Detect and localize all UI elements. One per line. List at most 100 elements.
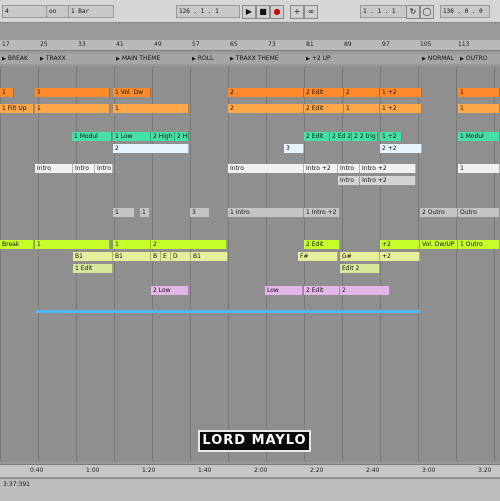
- locator-marker[interactable]: +2 UP: [306, 55, 331, 63]
- clip[interactable]: 1: [0, 88, 14, 97]
- stop-icon[interactable]: ■: [256, 5, 270, 19]
- clip[interactable]: Intro +2: [304, 164, 338, 173]
- clip[interactable]: 2 Edit: [304, 88, 344, 97]
- clip[interactable]: Intro +2: [360, 176, 416, 185]
- clip[interactable]: 1: [113, 104, 189, 113]
- tempo-field[interactable]: 126 . 1 . 1: [176, 5, 240, 18]
- clip[interactable]: 1: [344, 104, 380, 113]
- clip[interactable]: 2 Edit: [304, 286, 340, 295]
- record-icon[interactable]: ●: [270, 5, 284, 19]
- clip[interactable]: 2 High: [151, 132, 175, 141]
- track-lane[interactable]: 2 3 2 +2: [0, 144, 500, 158]
- clip[interactable]: 2 Ed 2: [330, 132, 352, 141]
- clip[interactable]: 2: [228, 104, 304, 113]
- clip[interactable]: +2: [380, 252, 420, 261]
- arrangement-view[interactable]: 111 Vol. Dw 2 2 Edit 2 1 +2 1 1 Filt Up 1 1 2 2 Ed…: [0, 66, 500, 462]
- clip[interactable]: 2 Edit: [304, 132, 330, 141]
- track-lane[interactable]: 1 Edit Edit 2: [0, 264, 500, 278]
- clip[interactable]: 2 2 trig: [352, 132, 378, 141]
- add-icon[interactable]: +: [290, 5, 304, 19]
- clip[interactable]: Intro: [95, 164, 113, 173]
- clip[interactable]: 1 Modul: [72, 132, 112, 141]
- track-lane[interactable]: 11 3 1 Intro 1 Intro +2 2 Outro Outro: [0, 208, 500, 222]
- link-icon[interactable]: ∞: [304, 5, 318, 19]
- play-icon[interactable]: ▶: [242, 5, 256, 19]
- clip[interactable]: 1 Vol. Dw: [113, 88, 151, 97]
- clip[interactable]: 1 +2: [380, 88, 422, 97]
- clip[interactable]: Intro: [35, 164, 73, 173]
- clip[interactable]: 2: [113, 144, 189, 153]
- clip[interactable]: 1: [35, 104, 110, 113]
- clip[interactable]: 2: [344, 88, 380, 97]
- clip[interactable]: 2 Outro: [420, 208, 458, 217]
- clip[interactable]: 1 +2: [380, 132, 402, 141]
- clip[interactable]: 1: [458, 164, 500, 173]
- clip[interactable]: 1 Intro +2: [304, 208, 340, 217]
- clip[interactable]: 1 +2: [380, 104, 422, 113]
- bar-ruler[interactable]: 17 25 33 41 49 57 65 73 81 89 97 105 113: [0, 40, 500, 51]
- clip[interactable]: 1: [140, 208, 150, 217]
- clip[interactable]: 3: [190, 208, 210, 217]
- locator-marker[interactable]: ROLL: [192, 55, 214, 63]
- clip[interactable]: 1 Outro: [458, 240, 500, 249]
- clip[interactable]: 1 Filt Up: [0, 104, 34, 113]
- locator-marker[interactable]: NORMAL: [422, 55, 454, 63]
- clip[interactable]: 2: [151, 240, 227, 249]
- clip[interactable]: +2: [380, 240, 420, 249]
- quantize-select[interactable]: 1 Bar: [68, 5, 114, 18]
- clip[interactable]: 2 Edit: [304, 240, 340, 249]
- length-field[interactable]: 136 . 0 . 0: [440, 5, 490, 18]
- locator-marker[interactable]: OUTRO: [460, 55, 488, 63]
- clip[interactable]: 1: [113, 240, 151, 249]
- automation-line[interactable]: [36, 310, 420, 313]
- time-ruler[interactable]: 0:40 1:00 1:20 1:40 2:00 2:20 2:40 3:00 3:20: [0, 464, 500, 477]
- clip[interactable]: 1 Modul: [458, 132, 500, 141]
- clip[interactable]: B: [151, 252, 161, 261]
- clip[interactable]: Intro: [338, 176, 360, 185]
- clip[interactable]: 1: [458, 104, 500, 113]
- clip[interactable]: 1 Intro: [228, 208, 304, 217]
- clip[interactable]: Edit 2: [340, 264, 380, 273]
- clip[interactable]: 1 Edit: [73, 264, 113, 273]
- clip[interactable]: 2: [340, 286, 390, 295]
- clip[interactable]: Intro: [338, 164, 360, 173]
- clip[interactable]: B1: [191, 252, 228, 261]
- track-lane[interactable]: 1 Filt Up 1 1 2 2 Edit 1 1 +2 1: [0, 104, 500, 118]
- track-lane[interactable]: 111 Vol. Dw 2 2 Edit 2 1 +2 1: [0, 88, 500, 102]
- position-field[interactable]: 1 . 1 . 1: [360, 5, 408, 18]
- clip[interactable]: Intro: [228, 164, 304, 173]
- clip[interactable]: B1: [73, 252, 113, 261]
- clip[interactable]: F#: [298, 252, 338, 261]
- automation-icon[interactable]: ↻: [406, 5, 420, 19]
- clip[interactable]: 1: [458, 88, 500, 97]
- clip[interactable]: G#: [340, 252, 380, 261]
- arm-icon[interactable]: ◯: [420, 5, 434, 19]
- clip[interactable]: Intro +2: [360, 164, 416, 173]
- clip[interactable]: 1: [35, 240, 110, 249]
- clip[interactable]: Break: [0, 240, 34, 249]
- clip[interactable]: 2: [228, 88, 304, 97]
- clip[interactable]: 1 Low: [113, 132, 151, 141]
- clip[interactable]: 1: [35, 88, 110, 97]
- track-lane[interactable]: 2 Low Low 2 Edit 2: [0, 286, 500, 300]
- clip[interactable]: 1: [113, 208, 135, 217]
- time-signature-field[interactable]: 4: [2, 5, 48, 18]
- clip[interactable]: Vol. Dw/UP: [420, 240, 458, 249]
- clip[interactable]: Intro: [73, 164, 95, 173]
- clip[interactable]: B1: [113, 252, 151, 261]
- clip[interactable]: D: [171, 252, 191, 261]
- locator-marker[interactable]: TRAXX THEME: [230, 55, 279, 63]
- clip[interactable]: 2 Low: [151, 286, 189, 295]
- clip[interactable]: 3: [284, 144, 304, 153]
- track-lane[interactable]: Intro Intro +2: [0, 176, 500, 190]
- locator-marker[interactable]: MAIN THEME: [116, 55, 160, 63]
- clip[interactable]: E: [161, 252, 171, 261]
- locator-marker[interactable]: BREAK: [2, 55, 28, 63]
- locator-marker[interactable]: TRAXX: [40, 55, 66, 63]
- clip[interactable]: 2 +2: [380, 144, 422, 153]
- locator-lane[interactable]: BREAK TRAXX MAIN THEME ROLL TRAXX THEME +2 UP…: [0, 54, 500, 64]
- clip[interactable]: Outro: [458, 208, 500, 217]
- clip[interactable]: 2 Hig: [175, 132, 189, 141]
- clip[interactable]: 2 Edit: [304, 104, 344, 113]
- loop-toggle[interactable]: oo: [46, 5, 70, 18]
